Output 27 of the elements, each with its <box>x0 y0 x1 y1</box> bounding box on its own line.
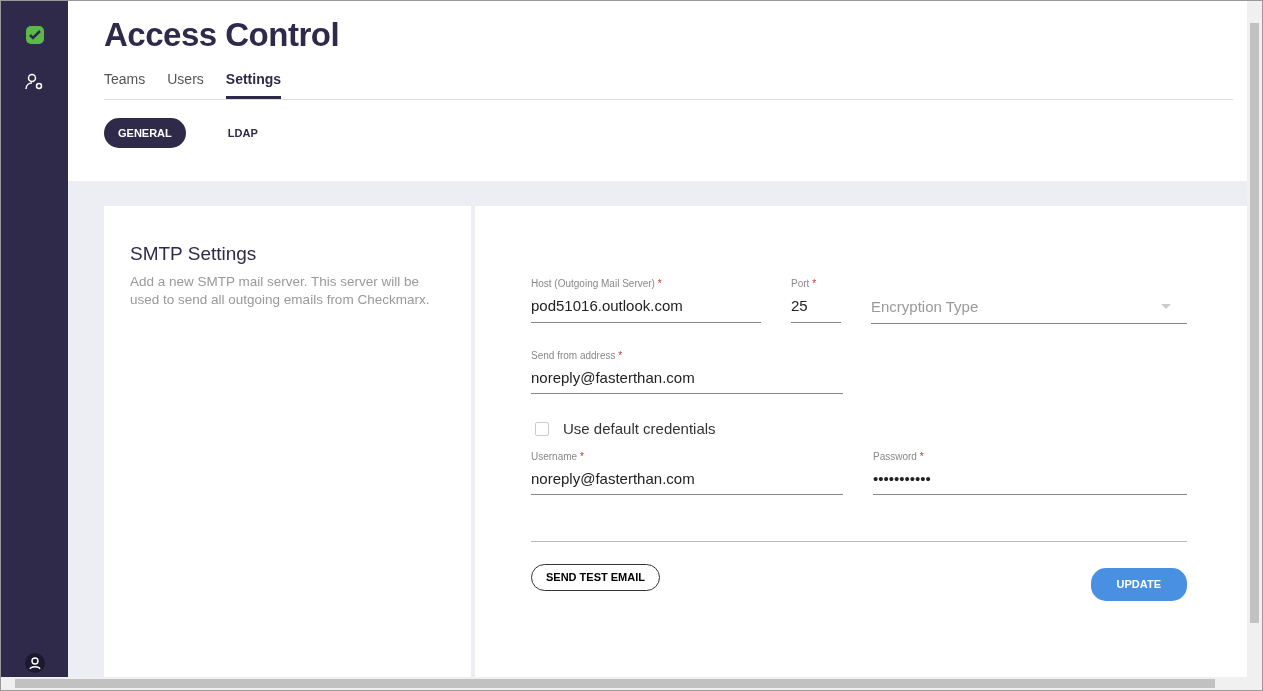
user-settings-icon[interactable] <box>24 73 45 91</box>
checkbox[interactable] <box>535 422 549 437</box>
vertical-scrollbar[interactable] <box>1247 1 1262 677</box>
port-field[interactable]: 25 <box>791 291 841 323</box>
host-field[interactable]: pod51016.outlook.com <box>531 291 761 323</box>
username-label: Username * <box>531 449 585 464</box>
port-label: Port * <box>791 277 818 291</box>
subtab[interactable]: GENERAL <box>104 117 186 149</box>
subtab[interactable]: LDAP <box>213 117 272 149</box>
send-from-field[interactable]: noreply@fasterthan.com <box>531 362 843 394</box>
page-title: Access Control <box>104 15 341 55</box>
host-label: Host (Outgoing Mail Server) * <box>531 277 663 291</box>
tab[interactable]: Users <box>167 68 204 99</box>
tab[interactable]: Settings <box>225 68 282 99</box>
section-description: Add a new SMTP mail server. This server will be used to send all outgoing emails from Checkmarx. <box>130 272 431 309</box>
password-label: Password * <box>873 449 925 464</box>
username-field[interactable]: noreply@fasterthan.com <box>531 463 843 495</box>
tab[interactable]: Teams <box>104 68 146 99</box>
send-test-email-button[interactable]: SEND TEST EMAIL <box>531 564 660 591</box>
user-avatar-icon[interactable] <box>24 653 45 673</box>
checkbox-label: Use default credentials <box>563 419 716 439</box>
caret-icon <box>1161 304 1171 311</box>
send-from-label: Send from address * <box>531 348 624 363</box>
password-field[interactable]: ••••••••••• <box>873 463 1187 495</box>
horizontal-scrollbar[interactable] <box>1 677 1262 690</box>
section-title: SMTP Settings <box>130 242 258 266</box>
logo-icon <box>24 25 45 45</box>
